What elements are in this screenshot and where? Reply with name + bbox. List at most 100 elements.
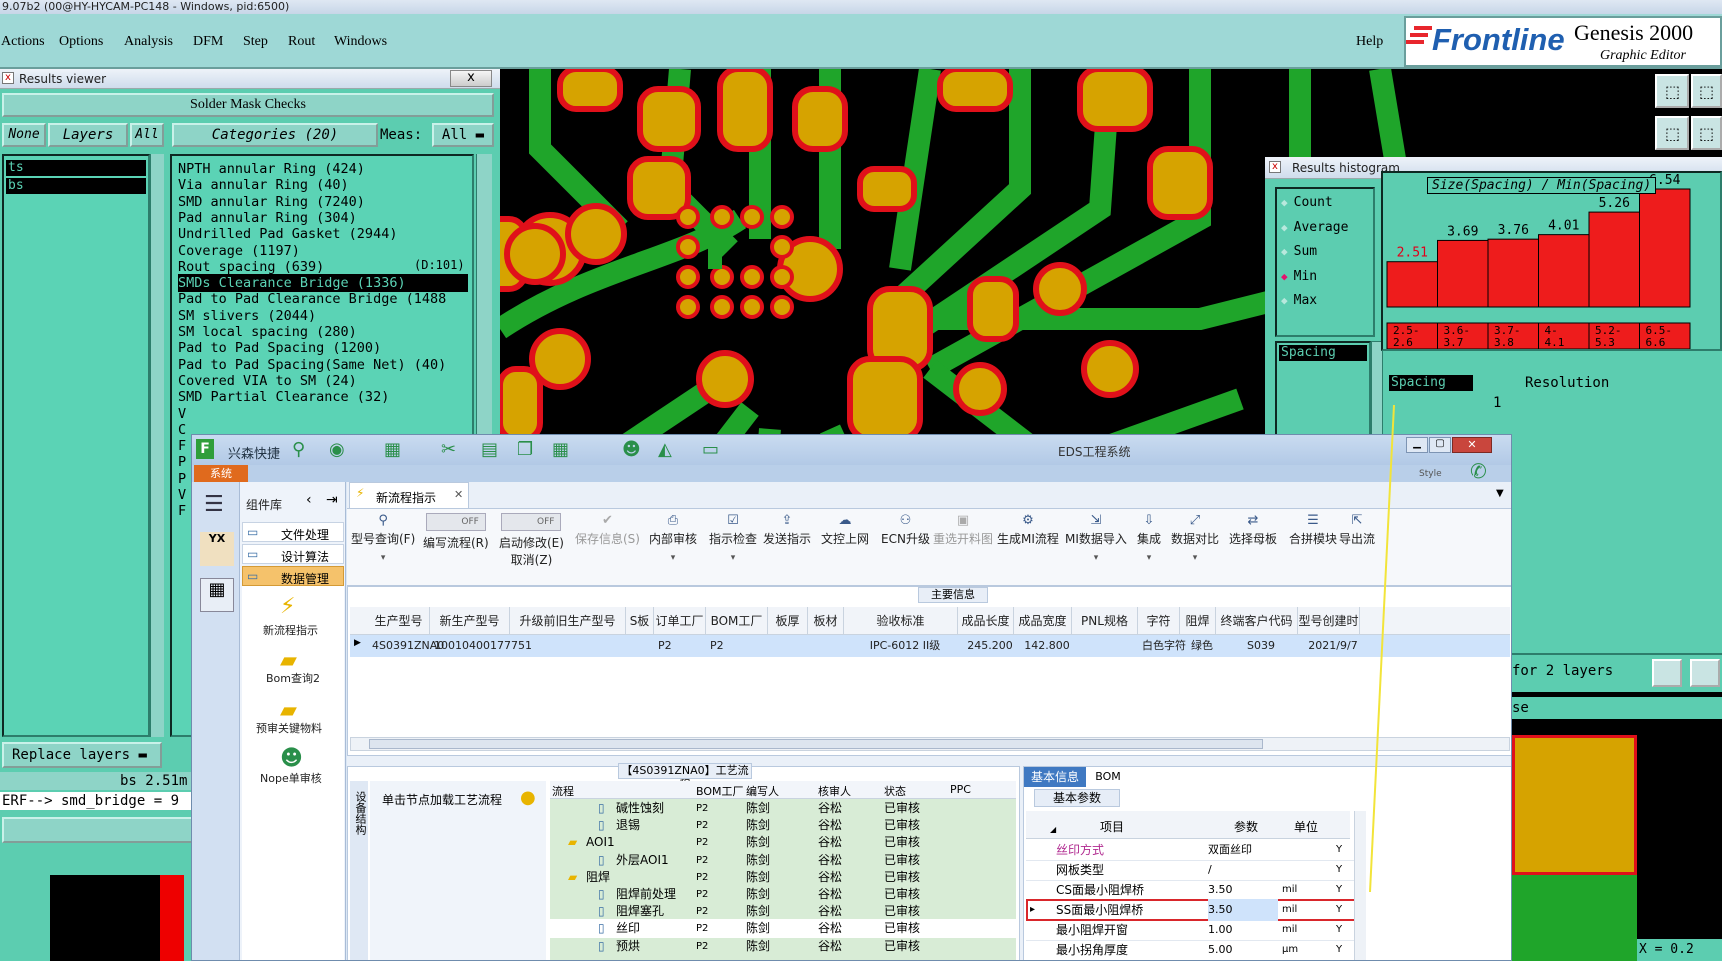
layer-toggle-icon[interactable] [1652,659,1682,687]
grid-cell[interactable] [1076,635,1142,657]
nav-item-label[interactable]: 预审关键物料 [256,720,322,736]
yx-tool-icon[interactable]: YX [200,532,234,566]
chevron-down-icon[interactable]: ▾ [1171,553,1219,563]
grid-cell[interactable]: P2 [710,635,772,657]
category-item[interactable]: SMD Partial Clearance (32) [178,388,468,406]
chevron-left-icon[interactable]: ‹ [306,492,312,508]
tree-row[interactable]: ▯ 丝印 P2 陈剑 谷松 已审核 [550,919,1016,939]
menu-actions[interactable]: Actions [1,34,45,50]
tree-column-header[interactable]: 编写人 [746,783,779,799]
toggle-switch-icon[interactable]: OFF [501,513,562,531]
toolbar-button[interactable]: ⇲ MI数据导入 ▾ [1065,513,1127,563]
categories-button[interactable]: Categories (20) [172,123,378,147]
system-menu-tab[interactable]: 系统 [194,465,248,482]
grid-column-header[interactable]: BOM工厂 [706,607,768,635]
grid-column-header[interactable]: S板 [626,607,654,635]
toolbar-button[interactable]: ▣ 重选开料图 [933,513,993,547]
toolbar-button[interactable]: ⚇ ECN升级 [881,513,930,547]
layers-scrollbar[interactable] [150,154,164,737]
grid-cell[interactable] [630,635,658,657]
meas-dropdown[interactable]: All ▬ [432,123,494,147]
chevron-down-icon[interactable]: ▼ [1496,488,1504,499]
tree-row[interactable]: ▯ 阻焊前处理 P2 陈剑 谷松 已审核 [550,885,1016,904]
grid-column-header[interactable]: 生产型号 [368,607,430,635]
grid-column-header[interactable]: 板厚 [768,607,808,635]
grid-column-header[interactable]: 终端客户代码 [1216,607,1298,635]
nav-item-label[interactable]: Bom查询2 [266,670,320,686]
grid-column-header[interactable]: PNL规格 [1072,607,1138,635]
replace-layers-dropdown[interactable]: Replace layers ▬ [2,742,162,768]
param-value[interactable]: 3.50 [1208,879,1233,901]
category-item-partial[interactable]: P [178,453,186,471]
param-row[interactable]: 最小拐角厚度 5.00 μm Y [1026,939,1356,960]
calculator-icon[interactable]: ▦ [200,578,234,612]
layer-item[interactable]: bs [6,178,146,194]
category-item[interactable]: SMDs Clearance Bridge (1336) [178,274,468,293]
lightning-icon[interactable]: ⚡ [280,594,295,619]
grid-column-header[interactable]: 成品长度 [958,607,1014,635]
nav-item-label[interactable]: Nope单审核 [260,770,322,786]
style-label[interactable]: Style [1419,469,1442,479]
chart-icon[interactable]: ◭ [658,439,672,460]
globe-icon[interactable]: ◉ [329,439,345,460]
all-button[interactable]: All [130,123,164,147]
grid-column-header[interactable]: 验收标准 [844,607,958,635]
toolbar-button[interactable]: ⇱ 导出流 [1339,513,1375,547]
tool-button[interactable]: ⬚ [1691,116,1722,150]
layer-toggle-icon[interactable] [1690,659,1720,687]
toolbar-button[interactable]: ☁ 文控上网 [821,513,869,547]
menu-windows[interactable]: Windows [334,34,387,50]
tool-button[interactable]: ⬚ [1691,74,1722,108]
chevron-down-icon[interactable]: ▾ [1137,553,1161,563]
grid-column-header[interactable]: 订单工厂 [654,607,706,635]
toolbar-button[interactable]: ⇩ 集成 ▾ [1137,513,1161,563]
grid-column-header[interactable]: 升级前旧生产型号 [510,607,626,635]
sidebar-item-data[interactable]: ▭ 数据管理 [242,566,344,586]
param-row[interactable]: CS面最小阻焊桥 3.50 mil Y [1026,879,1356,901]
toolbar-button[interactable]: ⚲ 型号查询(F) ▾ [351,513,415,563]
category-item-partial[interactable]: F [178,437,186,455]
tree-row[interactable]: ▯ 预烘 P2 陈剑 谷松 已审核 [550,937,1016,956]
layer-item[interactable]: ts [6,160,146,176]
pin-icon[interactable]: ⇥ [326,492,338,508]
layers-list[interactable]: ts bs [2,154,150,737]
param-scrollbar[interactable] [1354,811,1366,960]
close-icon[interactable]: ✕ [454,488,463,501]
grid-cell[interactable]: 142.800 [1018,635,1076,657]
close-icon[interactable]: x [450,70,492,87]
menu-step[interactable]: Step [243,34,268,50]
grid-cell[interactable] [514,635,630,657]
tree-row[interactable]: ▯ 退锡 P2 陈剑 谷松 已审核 [550,816,1016,835]
category-item[interactable]: NPTH annular Ring (424) [178,160,468,178]
horizontal-scrollbar[interactable] [350,737,1510,751]
category-item[interactable]: Covered VIA to SM (24) [178,372,468,390]
histogram-bar[interactable] [1386,261,1438,308]
toolbar-button[interactable]: OFF 启动修改(E) 取消(Z) [499,513,564,568]
user-icon[interactable]: ☻ [622,439,641,460]
toolbar-button[interactable]: ☑ 指示检查 ▾ [709,513,757,563]
toolbar-button[interactable]: ⇄ 选择母板 [1229,513,1277,547]
toolbar-button[interactable]: ⚙ 生成MI流程 [997,513,1059,547]
grid-column-header[interactable]: 板材 [808,607,844,635]
histogram-bar[interactable] [1437,239,1489,308]
tree-row[interactable]: ▯ 阻焊塞孔 P2 陈剑 谷松 已审核 [550,902,1016,921]
tree-column-header[interactable]: 核审人 [818,783,851,799]
histogram-bar[interactable] [1639,188,1691,308]
radio-sum[interactable]: ◆ Sum [1281,244,1317,262]
menu-help[interactable]: Help [1356,34,1383,50]
spacing-field[interactable]: Spacing [1389,371,1479,393]
tree-row[interactable]: ▰ 阻焊 P2 陈剑 谷松 已审核 [550,868,1016,887]
toolbar-button[interactable]: ☰ 合拼模块 [1289,513,1337,547]
menu-options[interactable]: Options [59,34,103,50]
param-row[interactable]: ▸ SS面最小阻焊桥 3.50 mil Y [1026,899,1356,921]
layers-button[interactable]: Layers [48,123,128,147]
category-item[interactable]: SMD annular Ring (7240) [178,193,468,211]
scrollbar-thumb[interactable] [369,739,1263,749]
toolbar-button[interactable]: OFF 编写流程(R) [423,513,489,551]
grid-cell[interactable] [772,635,812,657]
radio-count[interactable]: ◆ Count [1281,195,1333,213]
category-item[interactable]: Coverage (1197) [178,242,468,260]
tab-new-process[interactable]: ⚡ 新流程指示 ✕ [349,482,469,508]
toolbar-button[interactable]: ⇪ 发送指示 [763,513,811,547]
none-button[interactable]: None [2,123,46,147]
